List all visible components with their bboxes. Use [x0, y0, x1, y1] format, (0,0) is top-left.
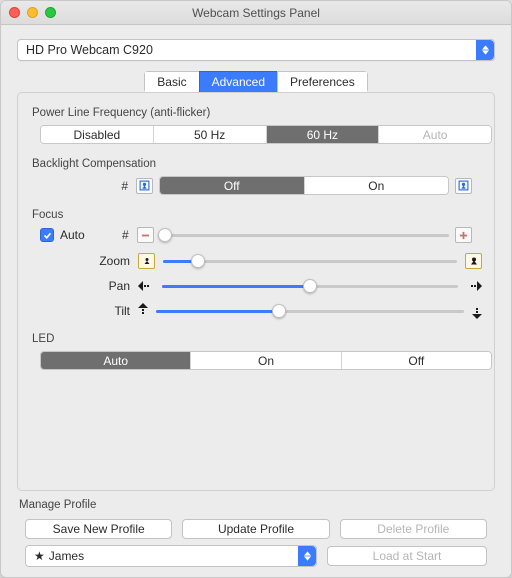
pan-right-icon [466, 281, 482, 291]
zoom-in-icon [465, 253, 482, 269]
dropdown-stepper-icon [476, 40, 494, 60]
tilt-down-icon [472, 303, 482, 319]
tilt-up-icon [138, 303, 148, 319]
led-segmented: Auto On Off [40, 351, 492, 370]
save-profile-button[interactable]: Save New Profile [25, 519, 172, 539]
powerline-60hz[interactable]: 60 Hz [267, 126, 380, 143]
focus-hash: # [91, 228, 129, 242]
backlight-low-icon [136, 178, 153, 194]
tilt-slider[interactable] [156, 310, 464, 313]
zoom-window-button[interactable] [45, 7, 56, 18]
focus-label: Focus [32, 209, 482, 221]
tab-basic[interactable]: Basic [144, 71, 198, 93]
led-auto[interactable]: Auto [41, 352, 191, 369]
minimize-window-button[interactable] [27, 7, 38, 18]
tab-bar: Basic Advanced Preferences [17, 71, 495, 93]
backlight-high-icon [455, 178, 472, 194]
advanced-pane: Power Line Frequency (anti-flicker) Disa… [17, 92, 495, 491]
focus-minus-icon[interactable] [137, 227, 154, 243]
update-profile-button[interactable]: Update Profile [182, 519, 329, 539]
powerline-50hz[interactable]: 50 Hz [154, 126, 267, 143]
zoom-out-icon [138, 253, 155, 269]
focus-plus-icon[interactable] [455, 227, 472, 243]
profile-label: Manage Profile [19, 499, 495, 511]
powerline-auto: Auto [379, 126, 491, 143]
pan-slider[interactable] [162, 285, 458, 288]
delete-profile-button: Delete Profile [340, 519, 487, 539]
backlight-off[interactable]: Off [160, 177, 305, 194]
profile-select[interactable]: ★ James [25, 545, 317, 567]
profile-star-icon: ★ [34, 549, 45, 563]
device-select[interactable]: HD Pro Webcam C920 [17, 39, 495, 61]
tab-advanced[interactable]: Advanced [199, 71, 277, 93]
profile-select-value: James [49, 549, 84, 563]
tilt-label: Tilt [30, 304, 130, 318]
backlight-segmented: Off On [159, 176, 449, 195]
zoom-label: Zoom [30, 254, 130, 268]
pan-left-icon [138, 281, 154, 291]
powerline-label: Power Line Frequency (anti-flicker) [32, 107, 482, 119]
focus-auto-checkbox[interactable] [40, 228, 54, 242]
window-title: Webcam Settings Panel [1, 6, 511, 20]
tab-preferences[interactable]: Preferences [277, 71, 368, 93]
zoom-slider[interactable] [163, 260, 457, 263]
powerline-disabled[interactable]: Disabled [41, 126, 154, 143]
backlight-on[interactable]: On [305, 177, 449, 194]
dropdown-stepper-icon [298, 546, 316, 566]
device-select-value: HD Pro Webcam C920 [26, 43, 153, 57]
led-on[interactable]: On [191, 352, 341, 369]
pan-label: Pan [30, 279, 130, 293]
led-off[interactable]: Off [342, 352, 491, 369]
close-window-button[interactable] [9, 7, 20, 18]
focus-auto-label: Auto [60, 228, 85, 242]
backlight-hash: # [40, 179, 128, 193]
focus-slider[interactable] [160, 234, 449, 237]
titlebar: Webcam Settings Panel [1, 1, 511, 25]
load-at-start-button: Load at Start [327, 546, 487, 566]
powerline-segmented: Disabled 50 Hz 60 Hz Auto [40, 125, 492, 144]
app-window: Webcam Settings Panel HD Pro Webcam C920… [0, 0, 512, 578]
led-label: LED [32, 333, 482, 345]
backlight-label: Backlight Compensation [32, 158, 482, 170]
